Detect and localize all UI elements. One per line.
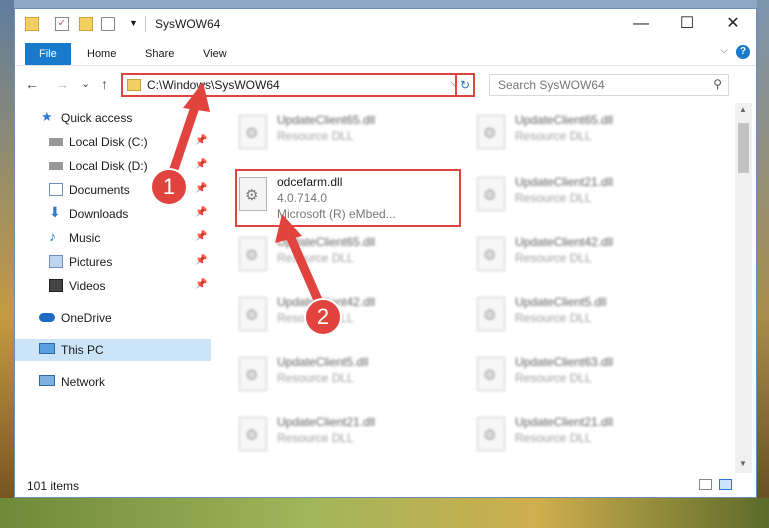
callout-badge-1: 1 xyxy=(150,168,188,206)
annotation-arrows xyxy=(167,82,323,305)
callout-badge-2: 2 xyxy=(304,298,342,336)
arrow-head-1 xyxy=(183,82,210,112)
arrow-head-2 xyxy=(275,214,302,243)
